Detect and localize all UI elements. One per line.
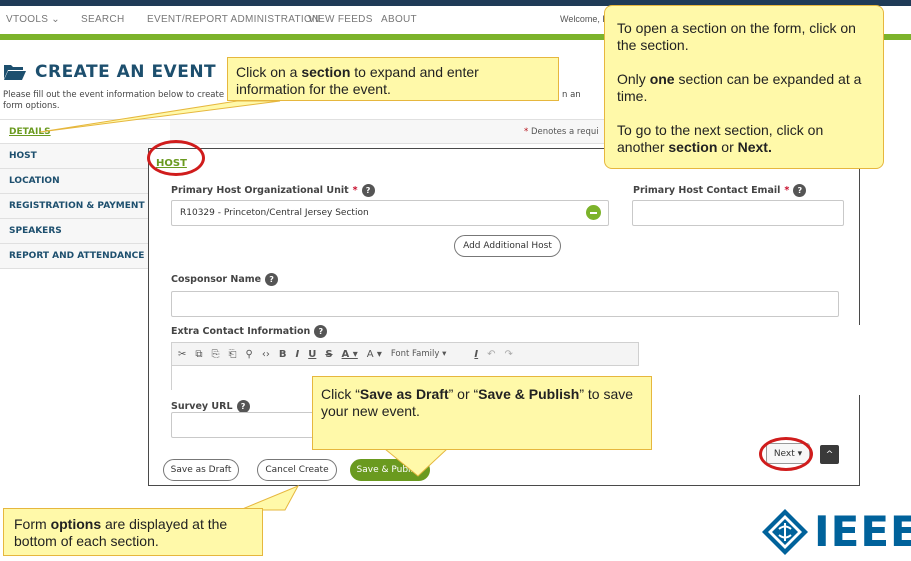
section-speakers[interactable]: SPEAKERS [0, 219, 170, 244]
extra-contact-label: Extra Contact Information? [171, 325, 328, 338]
ieee-logo: IEEE [760, 507, 911, 557]
nav-view-feeds[interactable]: VIEW FEEDS [308, 14, 373, 25]
page-title-text: CREATE AN EVENT [35, 62, 217, 82]
section-location[interactable]: LOCATION [0, 169, 170, 194]
bold-icon[interactable]: B [279, 349, 287, 360]
nav-vtools[interactable]: VTOOLS ⌄ [6, 14, 60, 25]
rich-text-toolbar: ✂ ⧉ ⎘ ⎗ ⚲ ‹› B I U S A ▾ A ▾ Font Family… [171, 342, 639, 366]
redo-icon[interactable]: ↷ [505, 349, 513, 360]
save-as-draft-button[interactable]: Save as Draft [163, 459, 239, 481]
highlight-circle-next [759, 437, 813, 471]
chevron-down-icon: ⌄ [51, 14, 60, 25]
cosponsor-label: Cosponsor Name? [171, 273, 279, 286]
save-and-publish-button[interactable]: Save & Publish [350, 459, 430, 481]
link-icon[interactable]: ⚲ [246, 349, 253, 360]
primary-host-label: Primary Host Organizational Unit *? [171, 184, 375, 197]
scroll-to-top-button[interactable]: ^ [820, 445, 839, 464]
nav-about[interactable]: ABOUT [381, 14, 417, 25]
nav-event-report-admin[interactable]: EVENT/REPORT ADMINISTRATION [147, 14, 320, 25]
help-icon[interactable]: ? [265, 273, 279, 286]
ieee-diamond-icon [762, 509, 808, 555]
ieee-wordmark: IEEE [814, 507, 911, 556]
cosponsor-input[interactable] [171, 291, 839, 317]
clear-format-icon[interactable]: I [474, 349, 478, 360]
background-color-icon[interactable]: A ▾ [367, 349, 382, 360]
cut-icon[interactable]: ✂ [178, 349, 186, 360]
callout-options-tip: Form options are displayed at the bottom… [3, 508, 263, 556]
callout-section-tip: Click on a section to expand and enter i… [227, 57, 559, 101]
required-note: * Denotes a requi [524, 127, 599, 137]
strikethrough-icon[interactable]: S [325, 349, 332, 360]
primary-host-input[interactable]: R10329 - Princeton/Central Jersey Sectio… [171, 200, 609, 226]
help-icon[interactable]: ? [361, 184, 375, 197]
remove-host-button[interactable] [586, 205, 601, 220]
font-color-icon[interactable]: A ▾ [342, 349, 358, 360]
callout-open-section-tip: To open a section on the form, click on … [604, 5, 884, 169]
help-icon[interactable]: ? [793, 184, 807, 197]
contact-email-input[interactable] [632, 200, 844, 226]
paste-icon[interactable]: ⎘ [212, 349, 220, 360]
copy-icon[interactable]: ⧉ [195, 349, 202, 360]
underline-icon[interactable]: U [308, 349, 316, 360]
callout-save-tip: Click “Save as Draft” or “Save & Publish… [312, 376, 652, 450]
section-details[interactable]: DETAILS [0, 119, 170, 144]
section-list: DETAILS HOST LOCATION REGISTRATION & PAY… [0, 119, 170, 269]
section-report-attendance[interactable]: REPORT AND ATTENDANCE [0, 244, 170, 269]
intro-text-tail: n an [562, 90, 581, 100]
welcome-text: Welcome, K [560, 14, 609, 24]
add-additional-host-button[interactable]: Add Additional Host [454, 235, 561, 257]
cancel-create-button[interactable]: Cancel Create [257, 459, 337, 481]
highlight-circle-host [147, 140, 205, 176]
paste-text-icon[interactable]: ⎗ [229, 349, 237, 360]
folder-open-icon [3, 63, 27, 81]
help-icon[interactable]: ? [314, 325, 328, 338]
page-title: CREATE AN EVENT [3, 62, 216, 82]
undo-icon[interactable]: ↶ [487, 349, 495, 360]
section-host[interactable]: HOST [0, 144, 170, 169]
section-registration-payment[interactable]: REGISTRATION & PAYMENT [0, 194, 170, 219]
font-family-select[interactable]: Font Family ▾ [391, 349, 447, 359]
italic-icon[interactable]: I [295, 349, 299, 360]
panel-cover [640, 325, 911, 395]
contact-email-label: Primary Host Contact Email *? [633, 184, 807, 197]
nav-search[interactable]: SEARCH [81, 14, 124, 25]
source-code-icon[interactable]: ‹› [262, 349, 270, 360]
